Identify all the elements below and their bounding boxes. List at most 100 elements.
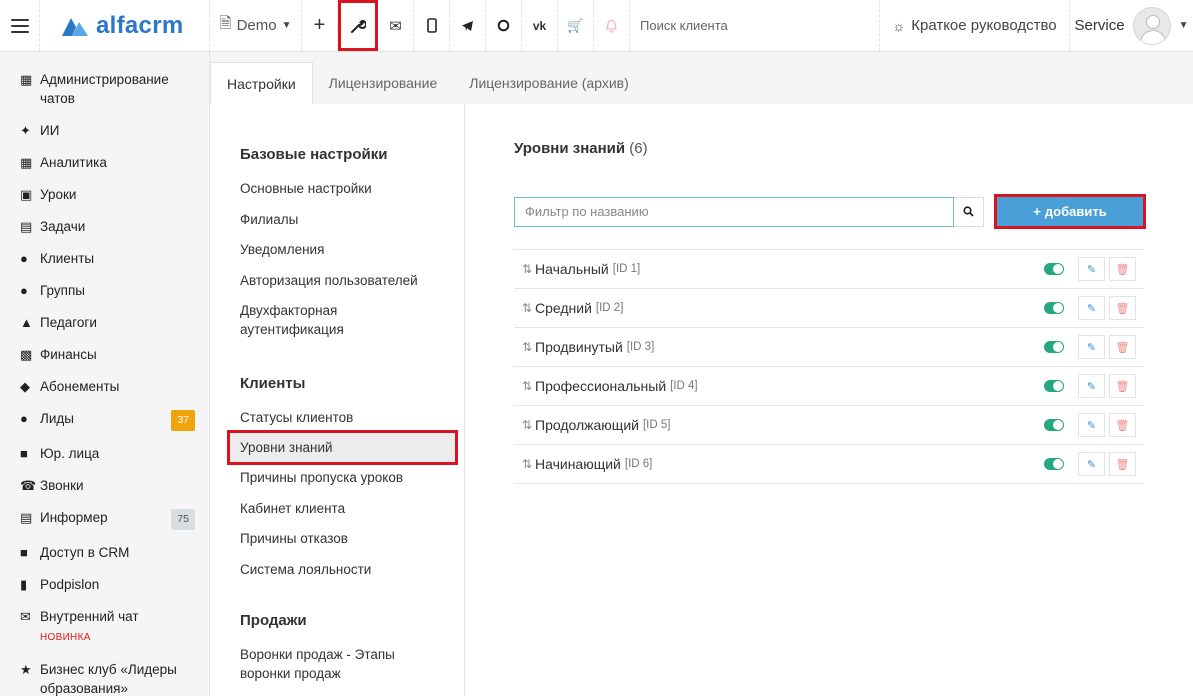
sidebar-item-lessons[interactable]: ▣ Уроки: [0, 185, 209, 204]
sidebar-item-chat-admin[interactable]: ▦ Администрирование чатов: [0, 70, 209, 108]
plus-icon: +: [1033, 204, 1041, 219]
cart-button[interactable]: 🛒: [558, 0, 594, 51]
active-toggle[interactable]: [1044, 341, 1064, 353]
filter-search-button[interactable]: [954, 196, 984, 227]
delete-button[interactable]: 🗑: [1109, 452, 1136, 476]
star-icon: ★: [20, 662, 32, 677]
list-item[interactable]: ⇅ Профессиональный [ID 4] ✎ 🗑: [514, 367, 1144, 406]
nav-absence-reasons[interactable]: Причины пропуска уроков: [240, 468, 440, 487]
sidebar-item-leads[interactable]: ● Лиды 37: [0, 409, 209, 431]
whatsapp-button[interactable]: [486, 0, 522, 51]
quick-guide-label: Краткое руководство: [911, 17, 1057, 34]
edit-button[interactable]: ✎: [1078, 335, 1105, 359]
sort-handle-icon[interactable]: ⇅: [522, 301, 535, 315]
list-item[interactable]: ⇅ Начальный [ID 1] ✎ 🗑: [514, 250, 1144, 289]
sidebar-item-internal-chat[interactable]: ✉ Внутренний чат НОВИНКА: [0, 607, 209, 647]
notifications-button[interactable]: [594, 0, 630, 51]
nav-sales-funnels[interactable]: Воронки продаж - Этапы воронки продаж: [240, 645, 415, 683]
mail-button[interactable]: ✉: [378, 0, 414, 51]
list-item[interactable]: ⇅ Начинающий [ID 6] ✎ 🗑: [514, 445, 1144, 484]
sidebar-item-label: Уроки: [40, 187, 77, 202]
sort-handle-icon[interactable]: ⇅: [522, 379, 535, 393]
list-item[interactable]: ⇅ Продвинутый [ID 3] ✎ 🗑: [514, 328, 1144, 367]
delete-button[interactable]: 🗑: [1109, 374, 1136, 398]
settings-wrench-button[interactable]: [338, 0, 378, 51]
tab-licensing-archive[interactable]: Лицензирование (архив): [453, 62, 645, 104]
delete-button[interactable]: 🗑: [1109, 413, 1136, 437]
quick-guide-button[interactable]: ☼ Краткое руководство: [880, 0, 1070, 51]
sidebar-item-subscriptions[interactable]: ◆ Абонементы: [0, 377, 209, 396]
tab-settings[interactable]: Настройки: [210, 62, 313, 104]
add-level-button[interactable]: + добавить: [997, 197, 1143, 226]
avatar: [1132, 6, 1171, 45]
sidebar-item-label: Администрирование чатов: [40, 72, 169, 106]
edit-button[interactable]: ✎: [1078, 257, 1105, 281]
nav-branches[interactable]: Филиалы: [240, 210, 440, 229]
sidebar-item-calls[interactable]: ☎ Звонки: [0, 476, 209, 495]
nav-client-cabinet[interactable]: Кабинет клиента: [240, 499, 440, 518]
sidebar-item-groups[interactable]: ● Группы: [0, 281, 209, 300]
nav-knowledge-levels[interactable]: Уровни знаний: [227, 430, 458, 465]
sidebar-item-clients[interactable]: ● Клиенты: [0, 249, 209, 268]
sort-handle-icon[interactable]: ⇅: [522, 340, 535, 354]
sidebar-item-teachers[interactable]: ▲ Педагоги: [0, 313, 209, 332]
edit-button[interactable]: ✎: [1078, 452, 1105, 476]
sidebar-item-label: Юр. лица: [40, 446, 100, 461]
branch-selector[interactable]: 🗎 Demo ▼: [210, 0, 302, 51]
sidebar-item-label: Внутренний чат: [40, 609, 139, 624]
sidebar-item-tasks[interactable]: ▤ Задачи: [0, 217, 209, 236]
client-search-input[interactable]: [640, 18, 860, 33]
telegram-button[interactable]: [450, 0, 486, 51]
edit-button[interactable]: ✎: [1078, 374, 1105, 398]
row-actions: ✎ 🗑: [1044, 335, 1144, 359]
level-id: [ID 4]: [670, 380, 698, 392]
tab-licensing[interactable]: Лицензирование: [313, 62, 454, 104]
sidebar-item-podpislon[interactable]: ▮ Podpislon: [0, 575, 209, 594]
delete-button[interactable]: 🗑: [1109, 296, 1136, 320]
sort-handle-icon[interactable]: ⇅: [522, 457, 535, 471]
edit-button[interactable]: ✎: [1078, 413, 1105, 437]
logo[interactable]: alfacrm: [40, 0, 210, 51]
sort-handle-icon[interactable]: ⇅: [522, 262, 535, 276]
user-menu[interactable]: Service ▼: [1070, 0, 1193, 51]
user-plus-icon: ●: [20, 411, 28, 426]
sort-handle-icon[interactable]: ⇅: [522, 418, 535, 432]
add-button[interactable]: +: [302, 0, 338, 51]
lightbulb-icon: ☼: [892, 17, 906, 34]
list-item[interactable]: ⇅ Средний [ID 2] ✎ 🗑: [514, 289, 1144, 328]
sidebar-item-business-club[interactable]: ★ Бизнес клуб «Лидеры образования»: [0, 660, 209, 696]
nav-refusal-reasons[interactable]: Причины отказов: [240, 529, 440, 548]
main-content: Уровни знаний (6) + добавить ⇅ Начальный…: [466, 104, 1193, 696]
list-item[interactable]: ⇅ Продолжающий [ID 5] ✎ 🗑: [514, 406, 1144, 445]
sidebar-item-label: Финансы: [40, 347, 97, 362]
nav-client-statuses[interactable]: Статусы клиентов: [240, 408, 440, 427]
envelope-icon: ✉: [389, 17, 402, 35]
sidebar-item-ai[interactable]: ✦ ИИ: [0, 121, 209, 140]
delete-button[interactable]: 🗑: [1109, 335, 1136, 359]
active-toggle[interactable]: [1044, 302, 1064, 314]
nav-user-auth[interactable]: Авторизация пользователей: [240, 271, 440, 290]
sidebar-item-crm-access[interactable]: ■ Доступ в CRM: [0, 543, 209, 562]
vk-button[interactable]: vk: [522, 0, 558, 51]
active-toggle[interactable]: [1044, 380, 1064, 392]
sidebar-item-legal-entities[interactable]: ■ Юр. лица: [0, 444, 209, 463]
sidebar-item-analytics[interactable]: ▦ Аналитика: [0, 153, 209, 172]
filter-name-input[interactable]: [514, 196, 954, 227]
alfacrm-logo-icon: [62, 17, 88, 36]
active-toggle[interactable]: [1044, 263, 1064, 275]
nav-loyalty-system[interactable]: Система лояльности: [240, 560, 440, 579]
level-name: Начальный: [535, 261, 609, 277]
nav-two-factor[interactable]: Двухфакторная аутентификация: [240, 301, 410, 339]
sidebar-item-label: Задачи: [40, 219, 86, 234]
edit-button[interactable]: ✎: [1078, 296, 1105, 320]
active-toggle[interactable]: [1044, 419, 1064, 431]
menu-toggle-button[interactable]: [0, 0, 40, 51]
document-icon: ▮: [20, 577, 28, 592]
nav-notifications[interactable]: Уведомления: [240, 240, 440, 259]
active-toggle[interactable]: [1044, 458, 1064, 470]
phone-app-button[interactable]: [414, 0, 450, 51]
sidebar-item-finance[interactable]: ▩ Финансы: [0, 345, 209, 364]
sidebar-item-informer[interactable]: ▤ Информер 75: [0, 508, 209, 530]
nav-main-settings[interactable]: Основные настройки: [240, 179, 440, 198]
delete-button[interactable]: 🗑: [1109, 257, 1136, 281]
